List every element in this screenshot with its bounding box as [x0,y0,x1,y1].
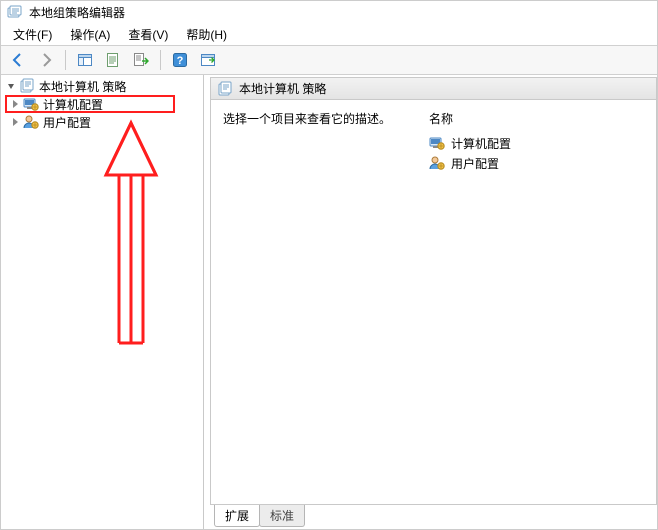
tree-pane: 本地计算机 策略 计算机配 [1,75,204,529]
content-header-title: 本地计算机 策略 [239,80,326,97]
list-item-label: 用户配置 [451,155,499,172]
expand-icon[interactable] [9,116,21,128]
menubar: 文件(F) 操作(A) 查看(V) 帮助(H) [1,23,657,45]
help-button[interactable]: ? [169,49,191,71]
list-header-name: 名称 [429,110,644,127]
export-list-button[interactable] [130,49,152,71]
tree-item-label: 计算机配置 [41,96,105,113]
content-inner: 本地计算机 策略 选择一个项目来查看它的描述。 名称 [210,77,657,505]
tree-item-computer-config[interactable]: 计算机配置 [1,95,203,113]
toolbar-separator [160,50,161,70]
list-item-computer-config[interactable]: 计算机配置 [429,133,644,153]
show-hide-tree-button[interactable] [74,49,96,71]
menu-help[interactable]: 帮助(H) [178,24,235,45]
filter-button[interactable] [197,49,219,71]
svg-text:?: ? [177,55,184,67]
user-config-icon [23,114,39,130]
menu-action[interactable]: 操作(A) [62,24,118,45]
properties-button[interactable] [102,49,124,71]
menu-file[interactable]: 文件(F) [5,24,60,45]
computer-config-icon [429,135,445,151]
tabs-strip: 扩展 标准 [210,505,657,527]
toolbar: ? [1,45,657,75]
titlebar: 本地组策略编辑器 [1,1,657,23]
computer-config-icon [23,96,39,112]
tree-item-label: 用户配置 [41,114,93,131]
expand-icon[interactable] [5,80,17,92]
expand-icon[interactable] [9,98,21,110]
app-title: 本地组策略编辑器 [29,4,125,21]
tree: 本地计算机 策略 计算机配 [1,75,203,133]
policy-icon [19,78,35,94]
main-body: 本地计算机 策略 计算机配 [1,75,657,529]
list-item-user-config[interactable]: 用户配置 [429,153,644,173]
content-header: 本地计算机 策略 [211,78,656,100]
user-config-icon [429,155,445,171]
toolbar-separator [65,50,66,70]
description-text: 选择一个项目来查看它的描述。 [223,112,391,126]
tree-item-user-config[interactable]: 用户配置 [1,113,203,131]
list-item-label: 计算机配置 [451,135,511,152]
tree-root[interactable]: 本地计算机 策略 [1,77,203,95]
tab-extended[interactable]: 扩展 [214,505,260,527]
content-body: 选择一个项目来查看它的描述。 名称 [211,100,656,504]
annotation-arrow [96,115,166,345]
back-button[interactable] [7,49,29,71]
policy-icon [217,81,233,97]
description-column: 选择一个项目来查看它的描述。 [223,110,413,127]
tree-root-label: 本地计算机 策略 [37,78,128,95]
app-window: 本地组策略编辑器 文件(F) 操作(A) 查看(V) 帮助(H) [0,0,658,530]
list-column: 名称 计算机配置 [429,110,644,173]
app-icon [7,4,23,20]
menu-view[interactable]: 查看(V) [120,24,176,45]
tab-standard[interactable]: 标准 [259,505,305,527]
content-pane: 本地计算机 策略 选择一个项目来查看它的描述。 名称 [204,75,657,529]
forward-button[interactable] [35,49,57,71]
